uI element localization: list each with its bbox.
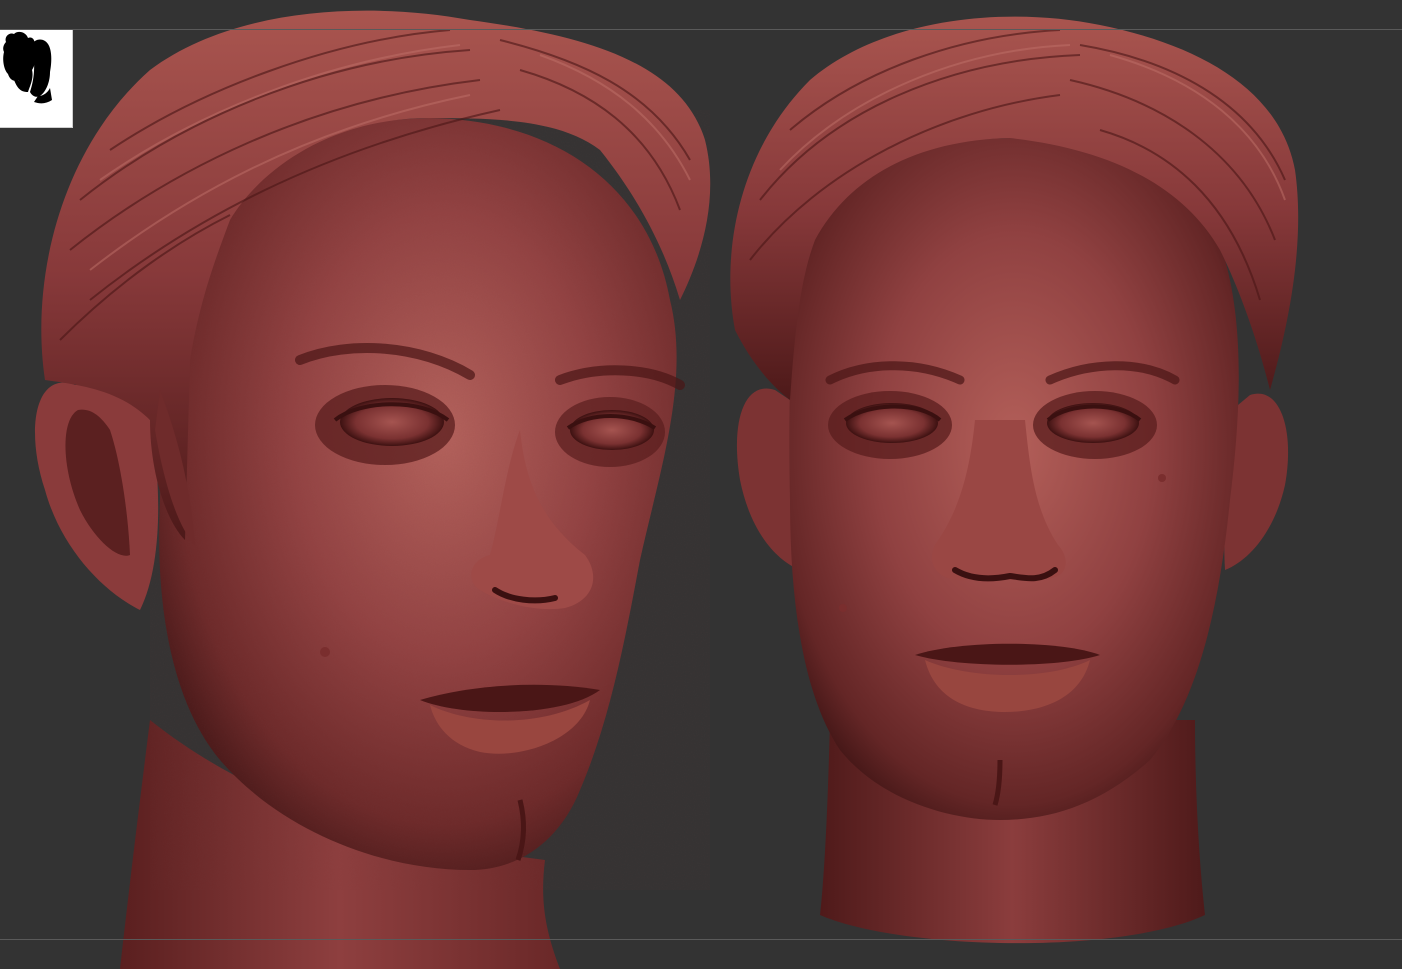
head-silhouette-icon bbox=[3, 31, 52, 104]
sculpt-three-quarter-view[interactable] bbox=[35, 10, 711, 969]
sculpt-front-view[interactable] bbox=[730, 16, 1299, 944]
skin-mole bbox=[320, 647, 330, 657]
sculpt-viewport[interactable] bbox=[0, 0, 1402, 969]
eyeball-right bbox=[1047, 403, 1139, 443]
skin-mole bbox=[839, 604, 847, 612]
guide-line-bottom bbox=[0, 939, 1402, 940]
navigator-thumbnail[interactable] bbox=[0, 30, 73, 128]
guide-line-top bbox=[0, 29, 1402, 30]
viewport-canvas[interactable] bbox=[0, 0, 1402, 969]
skin-mole bbox=[1158, 474, 1166, 482]
skin-texture bbox=[150, 110, 710, 890]
